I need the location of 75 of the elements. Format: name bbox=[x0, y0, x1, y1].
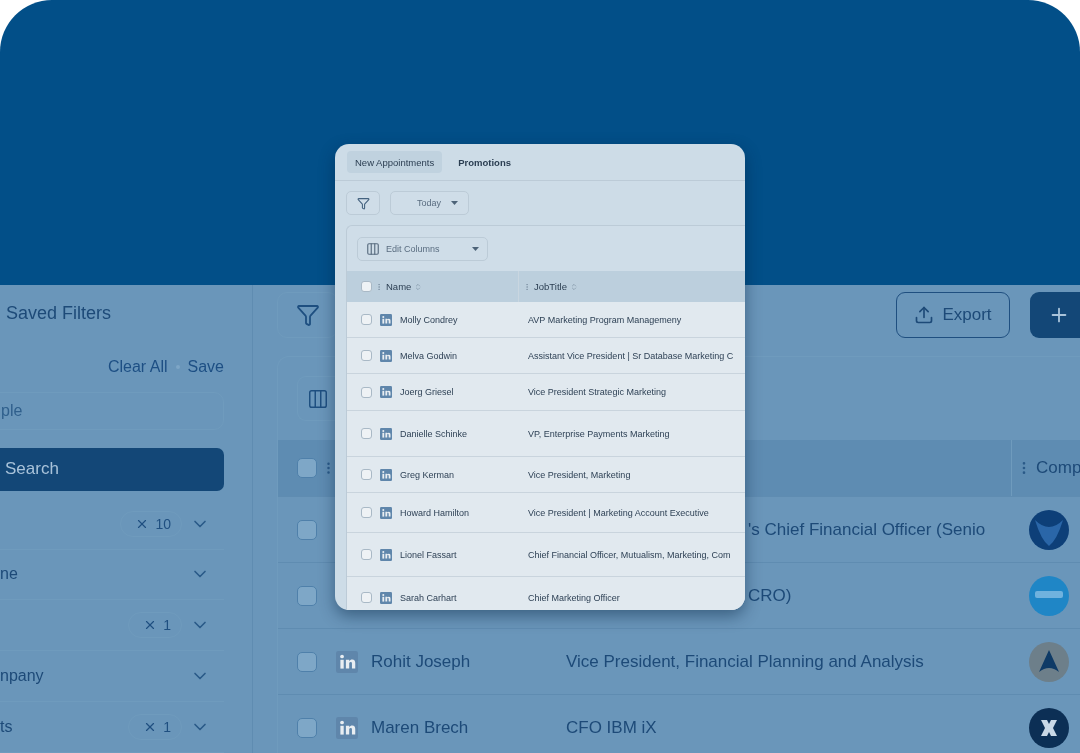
clear-all-link[interactable]: Clear All bbox=[107, 358, 168, 376]
select-all-checkbox[interactable] bbox=[297, 458, 317, 478]
linkedin-icon[interactable] bbox=[380, 349, 392, 362]
person-name[interactable]: Howard Hamilton bbox=[400, 507, 470, 518]
linkedin-icon[interactable] bbox=[336, 650, 358, 673]
linkedin-icon[interactable] bbox=[380, 427, 392, 440]
filter-label: ts bbox=[0, 718, 13, 737]
person-name[interactable]: Maren Brech bbox=[371, 717, 469, 738]
date-dropdown[interactable]: Today bbox=[390, 191, 470, 215]
tab[interactable]: Promotions bbox=[450, 151, 519, 173]
row-checkbox[interactable] bbox=[297, 651, 317, 672]
linkedin-icon[interactable] bbox=[380, 506, 392, 519]
linkedin-icon[interactable] bbox=[380, 313, 392, 326]
job-title: VP, Enterprise Payments Marketing bbox=[528, 428, 671, 439]
row-checkbox[interactable] bbox=[361, 469, 372, 480]
person-name[interactable]: Sarah Carhart bbox=[400, 592, 457, 603]
columns-icon bbox=[366, 241, 380, 256]
company-logo-icon bbox=[1029, 509, 1069, 550]
select-all-checkbox[interactable] bbox=[361, 281, 372, 292]
column-header[interactable]: JobTitle bbox=[519, 271, 745, 302]
job-title: Assistant Vice President | Sr Database Marketing C bbox=[528, 350, 735, 361]
sort-icon[interactable] bbox=[414, 282, 423, 291]
person-name[interactable]: Danielle Schinke bbox=[400, 428, 468, 439]
job-title: AVP Marketing Program Managemeny bbox=[528, 314, 683, 325]
row-checkbox[interactable] bbox=[361, 350, 372, 361]
filter-icon bbox=[356, 196, 370, 210]
job-title: Vice President, Marketing bbox=[528, 469, 632, 480]
export-button[interactable]: Export bbox=[896, 292, 1010, 338]
row-checkbox[interactable] bbox=[297, 717, 317, 738]
linkedin-icon[interactable] bbox=[336, 716, 358, 739]
drag-handle-icon[interactable] bbox=[375, 282, 383, 291]
row-checkbox[interactable] bbox=[361, 507, 372, 518]
upload-icon bbox=[914, 305, 935, 325]
company-logo-icon bbox=[1029, 707, 1069, 748]
row-checkbox[interactable] bbox=[361, 314, 372, 325]
save-link[interactable]: Save bbox=[187, 358, 224, 376]
person-name[interactable]: Rohit Joseph bbox=[371, 651, 471, 672]
person-name[interactable]: Lionel Fassart bbox=[400, 549, 457, 560]
drag-handle-icon[interactable] bbox=[523, 282, 531, 291]
job-title: Vice President, Financial Planning and Analysis bbox=[566, 651, 924, 672]
linkedin-icon[interactable] bbox=[380, 468, 392, 481]
row-checkbox[interactable] bbox=[361, 428, 372, 439]
edit-columns-dropdown[interactable]: Edit Columns bbox=[357, 236, 488, 261]
caret-icon bbox=[472, 246, 479, 251]
caret-icon bbox=[451, 201, 459, 205]
person-name[interactable]: Molly Condrey bbox=[400, 314, 458, 325]
linkedin-icon[interactable] bbox=[380, 591, 392, 604]
filter-label: ne bbox=[0, 565, 18, 584]
tab[interactable]: New Appointments bbox=[347, 151, 443, 173]
row-checkbox[interactable] bbox=[297, 519, 317, 540]
job-title: Chief Marketing Officer bbox=[528, 592, 621, 603]
job-title: CFO IBM iX bbox=[566, 717, 657, 738]
job-title: CRO) bbox=[748, 585, 792, 606]
job-title: Vice President Strategic Marketing bbox=[528, 387, 667, 397]
job-title: Vice President | Marketing Account Executive bbox=[528, 507, 710, 518]
row-checkbox[interactable] bbox=[361, 549, 372, 560]
filter-button[interactable] bbox=[346, 191, 380, 215]
job-title: 's Chief Financial Officer (Senio bbox=[748, 519, 986, 540]
add-button[interactable] bbox=[1030, 292, 1080, 338]
job-title: Chief Financial Officer, Mutualism, Marketing, Com bbox=[528, 549, 732, 560]
row-checkbox[interactable] bbox=[297, 585, 317, 606]
filter-icon bbox=[295, 303, 320, 327]
row-checkbox[interactable] bbox=[361, 592, 372, 603]
company-logo-icon bbox=[1029, 575, 1069, 616]
linkedin-icon[interactable] bbox=[380, 548, 392, 561]
person-name[interactable]: Joerg Griesel bbox=[400, 387, 454, 397]
linkedin-icon[interactable] bbox=[380, 386, 392, 398]
search-button[interactable]: Search bbox=[0, 447, 224, 492]
row-checkbox[interactable] bbox=[361, 386, 372, 398]
company-logo-icon bbox=[1029, 641, 1069, 682]
filter-label: npany bbox=[0, 667, 44, 686]
sort-icon[interactable] bbox=[569, 282, 578, 291]
person-name[interactable]: Greg Kerman bbox=[400, 469, 455, 480]
person-name[interactable]: Melva Godwin bbox=[400, 350, 458, 361]
saved-filters-title: Saved Filters bbox=[6, 303, 113, 324]
